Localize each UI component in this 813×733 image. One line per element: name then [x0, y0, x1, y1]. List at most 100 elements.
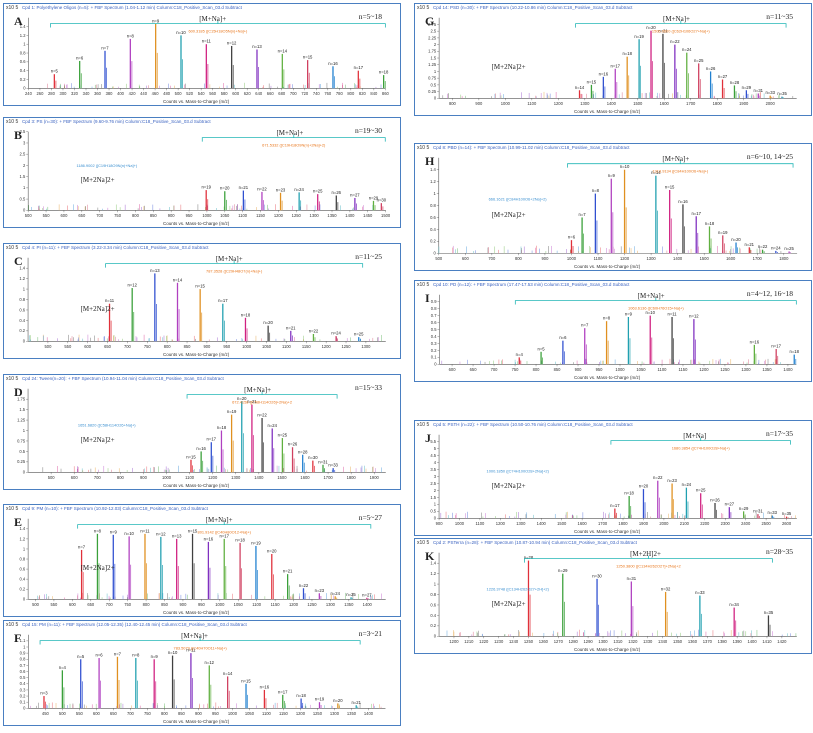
panel-letter: H [425, 154, 435, 168]
y-tick-label: 0.5 [20, 196, 26, 201]
x-tick-label: 1300 [647, 256, 657, 261]
peak-n-label: n=21 [286, 325, 296, 330]
peak-n-label: n=20 [639, 484, 649, 489]
peak-n-label: n=11 [140, 528, 150, 533]
peak-n-label: n=7 [78, 544, 86, 549]
y-tick-label: 0.7 [431, 313, 437, 318]
x-tick-label: 340 [83, 91, 91, 96]
peak-n-label: n=26 [710, 498, 720, 503]
x-tick-label: 1050 [262, 344, 272, 349]
x-axis-label: Counts vs. Mass-to-Charge (m/z) [163, 719, 230, 724]
x-tick-label: 950 [212, 711, 220, 716]
y-multiplier: x10 5 [6, 5, 19, 11]
spectrum-plot: 500 550 600 650 700 750 800 850 900 950 1000 1050 11… [19, 257, 386, 349]
x-tick-label: 1250 [720, 367, 730, 372]
x-tick-label: 460 [152, 91, 160, 96]
y-tick-label: 0.8 [430, 592, 436, 597]
spectrum-panel-a: 240 260 280 300 320 340 360 380 400 420 440 460 480 5… [3, 3, 401, 106]
x-tick-label: 800 [533, 367, 541, 372]
y-tick-label: 0.75 [17, 438, 26, 443]
x-tick-label: 1800 [713, 101, 723, 106]
spectrum-panel-j: 900 1000 1100 1200 1300 1400 1500 1600 1700 1800 1… [414, 420, 812, 536]
x-tick-label: 820 [359, 91, 367, 96]
x-tick-label: 1000 [455, 521, 465, 526]
peak-n-label: n=30 [308, 455, 318, 460]
peak-n-label: n=15 [303, 55, 313, 60]
x-tick-label: 800 [161, 711, 169, 716]
x-tick-label: 550 [51, 602, 59, 607]
x-tick-label: 850 [178, 711, 186, 716]
peak-n-label: n=25 [354, 332, 364, 337]
x-tick-label: 1800 [779, 256, 789, 261]
y-tick-label: 0.2 [19, 328, 25, 333]
y-tick-label: 5 [434, 446, 437, 451]
peak-n-label: n=33 [765, 90, 775, 95]
y-tick-label: 5.5 [430, 439, 436, 444]
y-tick-label: 0 [23, 470, 26, 475]
x-tick-label: 1000 [162, 475, 172, 480]
y-tick-label: 1.5 [430, 55, 436, 60]
x-tick-label: 700 [491, 367, 499, 372]
x-axis-label: Counts vs. Mass-to-Charge (m/z) [574, 375, 641, 380]
ion-label-secondary: [M+2Na]2+ [80, 435, 115, 444]
peak-n-label: n=24 [331, 331, 341, 336]
x-tick-label: 1050 [234, 602, 244, 607]
spectrum-panel-h: 500 600 700 800 900 1000 1100 1200 1300 1400 1500 1… [414, 143, 812, 271]
x-axis-label: Counts vs. Mass-to-Charge (m/z) [574, 109, 641, 114]
peak-n-label: n=16 [196, 446, 206, 451]
spectrum-panel-e: 500 550 600 650 700 750 800 850 900 950 1000 1050 11… [3, 504, 401, 617]
y-tick-label: 0.2 [19, 587, 25, 592]
peak-annotation: 1506.0600 ([C62H106O27+Na]+) [652, 28, 710, 33]
x-tick-label: 650 [87, 602, 95, 607]
y-tick-label: 0.5 [430, 82, 436, 87]
peak-n-label: n=18 [241, 312, 251, 317]
y-multiplier: x10 5 [417, 422, 430, 428]
ion-label: [M+Na]+ [215, 255, 243, 263]
n-range-label: n=5~18 [358, 12, 382, 21]
x-tick-label: 380 [106, 91, 114, 96]
peak-n-label: n=19 [201, 185, 211, 190]
x-tick-label: 650 [110, 711, 118, 716]
y-tick-label: 1.75 [428, 49, 437, 54]
x-tick-label: 550 [43, 213, 51, 218]
x-tick-label: 450 [42, 711, 50, 716]
x-tick-label: 1150 [256, 213, 266, 218]
y-tick-label: 1 [23, 185, 26, 190]
y-tick-label: 0 [434, 96, 437, 101]
x-tick-label: 1420 [777, 639, 787, 644]
x-tick-label: 1350 [327, 213, 337, 218]
x-tick-label: 1150 [271, 602, 281, 607]
n-range-label: n=4~12, 16~18 [746, 289, 793, 298]
peak-n-label: n=15 [188, 528, 198, 533]
x-tick-label: 850 [150, 213, 158, 218]
y-multiplier: x10 5 [6, 506, 19, 512]
peak-n-label: n=35 [764, 610, 774, 615]
x-tick-label: 1000 [202, 213, 212, 218]
peak-n-label: n=21 [745, 242, 755, 247]
x-tick-label: 1000 [215, 602, 225, 607]
x-tick-label: 900 [180, 602, 188, 607]
peak-n-label: n=20 [731, 237, 741, 242]
y-tick-label: 0 [434, 362, 437, 367]
spectrum-panel-k: 1200 1210 1220 1230 1240 1250 1260 1270 1280 1290… [414, 538, 812, 654]
x-tick-label: 1400 [363, 602, 373, 607]
x-tick-label: 1200 [699, 367, 709, 372]
y-tick-label: 2.5 [430, 29, 436, 34]
n-range-label: n=5~27 [358, 513, 382, 522]
peak-n-label: n=24 [330, 591, 340, 596]
n-range-label: n=19~30 [354, 126, 382, 135]
x-tick-label: 1300 [741, 367, 751, 372]
x-axis-label: Counts vs. Mass-to-Charge (m/z) [574, 647, 641, 652]
y-tick-label: 0.6 [430, 602, 436, 607]
peak-n-label: n=11 [202, 39, 212, 44]
x-axis-label: Counts vs. Mass-to-Charge (m/z) [163, 483, 230, 488]
peak-n-label: n=16 [678, 199, 688, 204]
y-tick-label: 0.4 [431, 334, 437, 339]
x-tick-label: 700 [127, 711, 135, 716]
y-tick-label: 1 [23, 546, 26, 551]
y-tick-label: 1 [434, 502, 437, 507]
x-tick-label: 1700 [598, 521, 608, 526]
x-tick-label: 1100 [238, 213, 248, 218]
x-tick-label: 1100 [185, 475, 195, 480]
x-tick-label: 1450 [363, 213, 373, 218]
